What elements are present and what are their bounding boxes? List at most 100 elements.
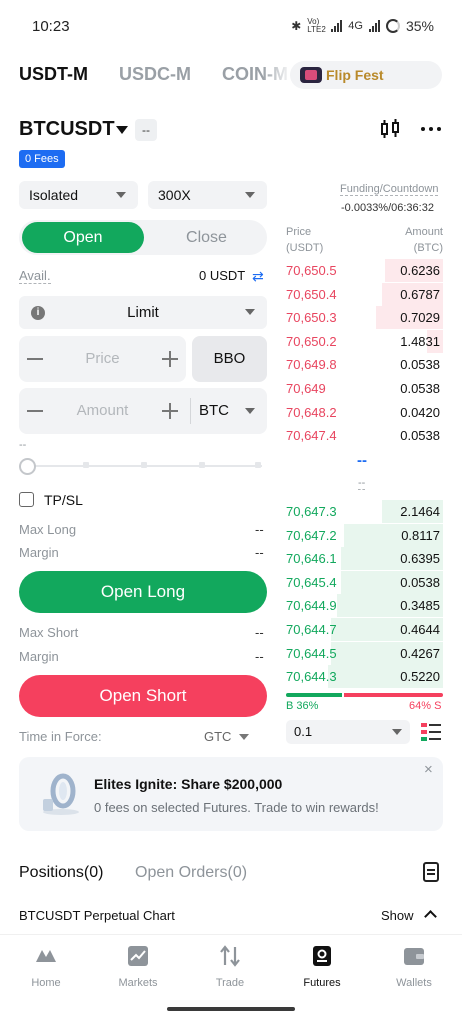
slider-step: [141, 462, 147, 468]
tab-positions[interactable]: Positions(0): [19, 864, 103, 882]
bid-row[interactable]: 70,647.2 0.8117: [283, 523, 443, 547]
show-chart-toggle[interactable]: Show: [381, 908, 414, 923]
ask-price: 70,650.3: [286, 310, 337, 326]
bid-row[interactable]: 70,647.3 2.1464: [283, 500, 443, 523]
tab-usdc-m[interactable]: USDC-M: [119, 64, 191, 85]
bid-price: 70,644.7: [286, 622, 337, 637]
ask-row[interactable]: 70,650.2 1.4831: [283, 329, 443, 353]
bid-amount: 2.1464: [400, 504, 440, 519]
depth-step-select[interactable]: 0.1: [286, 720, 410, 744]
bid-row[interactable]: 70,644.3 0.5220: [283, 665, 443, 689]
ask-row[interactable]: 70,649.8 0.0538: [283, 353, 443, 376]
bluetooth-icon: ✱: [291, 19, 302, 33]
amount-decrease-icon[interactable]: [27, 410, 43, 412]
open-long-button[interactable]: Open Long: [19, 571, 267, 613]
mark-price[interactable]: --: [358, 477, 366, 490]
candlestick-chart-icon[interactable]: [379, 118, 401, 140]
promo-banner[interactable]: Elites Ignite: Share $200,000 0 fees on …: [19, 757, 443, 831]
chevron-down-icon[interactable]: [245, 408, 255, 414]
bbo-button[interactable]: BBO: [192, 336, 267, 382]
ask-amount: 0.0538: [400, 357, 440, 373]
close-tab[interactable]: Close: [149, 222, 264, 253]
order-type-select[interactable]: i Limit: [19, 296, 267, 329]
ask-price: 70,649.8: [286, 357, 337, 373]
battery-icon: [385, 19, 400, 33]
more-options-icon[interactable]: [421, 127, 441, 133]
status-time: 10:23: [32, 18, 70, 35]
nav-futures[interactable]: Futures: [276, 935, 368, 995]
ask-row[interactable]: 70,648.2 0.0420: [283, 401, 443, 424]
slider-thumb[interactable]: [19, 458, 36, 475]
buy-ratio-fill: [286, 693, 342, 697]
chevron-down-icon[interactable]: [239, 734, 249, 740]
avail-value: 0 USDT: [199, 268, 246, 283]
close-icon[interactable]: ×: [424, 761, 433, 778]
price-decrease-icon[interactable]: [27, 358, 43, 360]
promo-zero-icon: [43, 773, 79, 815]
ask-row[interactable]: 70,650.3 0.7029: [283, 306, 443, 330]
nav-trade[interactable]: Trade: [184, 935, 276, 995]
margin-mode-select[interactable]: Isolated: [19, 181, 138, 209]
ask-price: 70,649: [286, 381, 326, 396]
open-short-button[interactable]: Open Short: [19, 675, 267, 717]
funding-label[interactable]: Funding/Countdown: [340, 183, 439, 196]
ask-amount: 0.7029: [400, 310, 440, 326]
ask-row[interactable]: 70,649 0.0538: [283, 377, 443, 400]
pair-dropdown-icon[interactable]: [116, 126, 128, 134]
ask-row[interactable]: 70,650.5 0.6236: [283, 259, 443, 282]
bid-price: 70,644.9: [286, 598, 337, 614]
bid-amount: 0.6395: [400, 551, 440, 567]
bid-row[interactable]: 70,644.7 0.4644: [283, 618, 443, 641]
ask-row[interactable]: 70,647.4 0.0538: [283, 424, 443, 447]
bid-amount: 0.4267: [400, 645, 440, 661]
bid-price: 70,644.3: [286, 669, 337, 685]
nav-label: Trade: [215, 977, 245, 989]
price-header: Price: [286, 226, 312, 238]
slider-step: [255, 462, 261, 468]
status-icons: ✱ Vo) LTE2 4G 35%: [291, 17, 434, 35]
book-layout-icon[interactable]: [420, 722, 442, 742]
time-in-force-select[interactable]: GTC: [204, 729, 231, 744]
avail-label[interactable]: Avail.: [19, 268, 51, 284]
margin-mode-value: Isolated: [29, 187, 79, 203]
price-input[interactable]: Price: [59, 350, 146, 367]
tab-usdt-m[interactable]: USDT-M: [19, 64, 88, 85]
bid-price: 70,644.5: [286, 645, 337, 661]
margin-long-label: Margin: [19, 545, 59, 560]
status-bar: 10:23 ✱ Vo) LTE2 4G 35%: [0, 0, 462, 54]
volte-label: Vo) LTE2: [307, 17, 326, 34]
bid-row[interactable]: 70,645.4 0.0538: [283, 570, 443, 594]
tpsl-checkbox[interactable]: [19, 492, 34, 507]
nav-home[interactable]: Home: [0, 935, 92, 995]
nav-wallets[interactable]: Wallets: [368, 935, 460, 995]
amount-increase-icon[interactable]: [162, 403, 178, 419]
bid-price: 70,647.3: [286, 504, 337, 519]
price-stepper[interactable]: Price: [19, 336, 186, 382]
tpsl-label[interactable]: TP/SL: [44, 492, 83, 508]
bid-row[interactable]: 70,644.9 0.3485: [283, 594, 443, 618]
perpetual-chart-label[interactable]: BTCUSDT Perpetual Chart: [19, 908, 175, 923]
nav-markets[interactable]: Markets: [92, 935, 184, 995]
amount-unit-select[interactable]: BTC: [199, 402, 229, 419]
amount-input[interactable]: Amount: [59, 402, 146, 419]
open-tab[interactable]: Open: [22, 222, 144, 253]
bid-row[interactable]: 70,644.5 0.4267: [283, 641, 443, 665]
tab-open-orders[interactable]: Open Orders(0): [135, 864, 247, 882]
ask-row[interactable]: 70,650.4 0.6787: [283, 282, 443, 306]
last-price[interactable]: --: [357, 452, 367, 469]
chevron-down-icon: [245, 192, 255, 198]
fees-badge[interactable]: 0 Fees: [19, 150, 65, 168]
leverage-select[interactable]: 300X: [148, 181, 267, 209]
amount-stepper[interactable]: Amount: [19, 388, 267, 434]
price-change-badge: --: [135, 119, 157, 141]
price-increase-icon[interactable]: [162, 351, 178, 367]
chevron-up-icon[interactable]: [424, 910, 437, 923]
transfer-icon[interactable]: ⇄: [252, 268, 264, 285]
home-icon: [36, 950, 56, 962]
bid-row[interactable]: 70,646.1 0.6395: [283, 547, 443, 571]
slider-step: [199, 462, 205, 468]
order-history-icon[interactable]: [423, 862, 439, 882]
banner-title: Elites Ignite: Share $200,000: [94, 776, 283, 792]
flip-fest-button[interactable]: Flip Fest: [290, 61, 442, 89]
pair-symbol[interactable]: BTCUSDT: [19, 118, 115, 141]
